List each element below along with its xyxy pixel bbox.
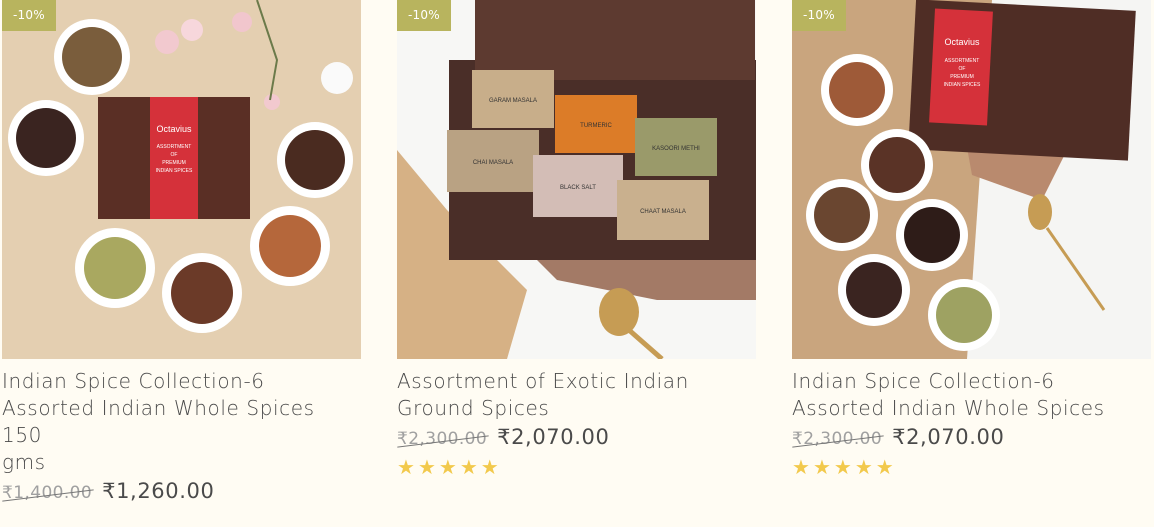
discount-badge: -10% [2,0,56,31]
star-icon: ★ [812,455,831,479]
product-title-line: Assortment of Exotic Indian [397,369,689,393]
sale-price: ₹1,260.00 [102,479,215,503]
pouch-label: TURMERIC [580,123,612,129]
product-title-line: Assorted Indian Whole Spices [792,396,1105,420]
product-image[interactable]: Octavius ASSORTMENT OF PREMIUM INDIAN SP… [2,0,361,359]
box-label-line: OF [959,66,966,72]
box-label-line: PREMIUM [162,160,186,166]
product-title[interactable]: Indian Spice Collection-6 Assorted India… [792,368,1151,422]
product-title[interactable]: Assortment of Exotic Indian Ground Spice… [397,368,756,422]
product-title-line: Indian Spice Collection-6 [2,369,265,393]
product-image[interactable]: GARAM MASALA TURMERIC KASOORI METHI CHAI… [397,0,756,359]
box-label-line: OF [171,152,178,158]
box-brand-label: Octavius [944,37,980,47]
product-card[interactable]: Octavius ASSORTMENT OF PREMIUM INDIAN SP… [792,0,1151,477]
sale-price: ₹2,070.00 [497,425,610,449]
product-title-line: Ground Spices [397,396,550,420]
box-label-line: PREMIUM [950,74,974,80]
star-icon: ★ [397,455,415,479]
star-icon: ★ [480,455,499,479]
product-image[interactable]: Octavius ASSORTMENT OF PREMIUM INDIAN SP… [792,0,1151,359]
box-label-line: INDIAN SPICES [944,82,981,88]
original-price: ₹2,300.00 [397,429,489,449]
discount-badge: -10% [397,0,451,31]
star-icon: ★ [792,455,810,479]
pouch-label: BLACK SALT [560,185,596,191]
box-label-line: ASSORTMENT [945,58,980,64]
star-icon: ★ [459,455,478,479]
price-row: ₹2,300.00 ₹2,070.00 [397,425,756,449]
box-label-line: INDIAN SPICES [156,168,193,174]
discount-badge: -10% [792,0,846,31]
product-title-line: gms [2,450,46,474]
star-icon: ★ [875,455,894,479]
rating-stars: ★ ★ ★ ★ ★ [397,457,756,477]
product-card[interactable]: Octavius ASSORTMENT OF PREMIUM INDIAN SP… [2,0,361,503]
rating-stars: ★ ★ ★ ★ ★ [792,457,1151,477]
original-price: ₹1,400.00 [2,483,94,503]
pouch-label: CHAI MASALA [473,160,513,166]
product-title[interactable]: Indian Spice Collection-6 Assorted India… [2,368,361,476]
pouch-label: CHAAT MASALA [640,209,686,215]
price-row: ₹1,400.00 ₹1,260.00 [2,479,361,503]
product-card[interactable]: GARAM MASALA TURMERIC KASOORI METHI CHAI… [397,0,756,477]
price-row: ₹2,300.00 ₹2,070.00 [792,425,1151,449]
product-title-line: Assorted Indian Whole Spices 150 [2,396,315,447]
star-icon: ★ [854,455,873,479]
star-icon: ★ [438,455,457,479]
sale-price: ₹2,070.00 [892,425,1005,449]
pouch-label: GARAM MASALA [489,98,537,104]
star-icon: ★ [417,455,436,479]
pouch-label: KASOORI METHI [652,146,700,152]
product-title-line: Indian Spice Collection-6 [792,369,1055,393]
original-price: ₹2,300.00 [792,429,884,449]
star-icon: ★ [833,455,852,479]
box-label-line: ASSORTMENT [157,144,192,150]
box-brand-label: Octavius [156,124,192,134]
